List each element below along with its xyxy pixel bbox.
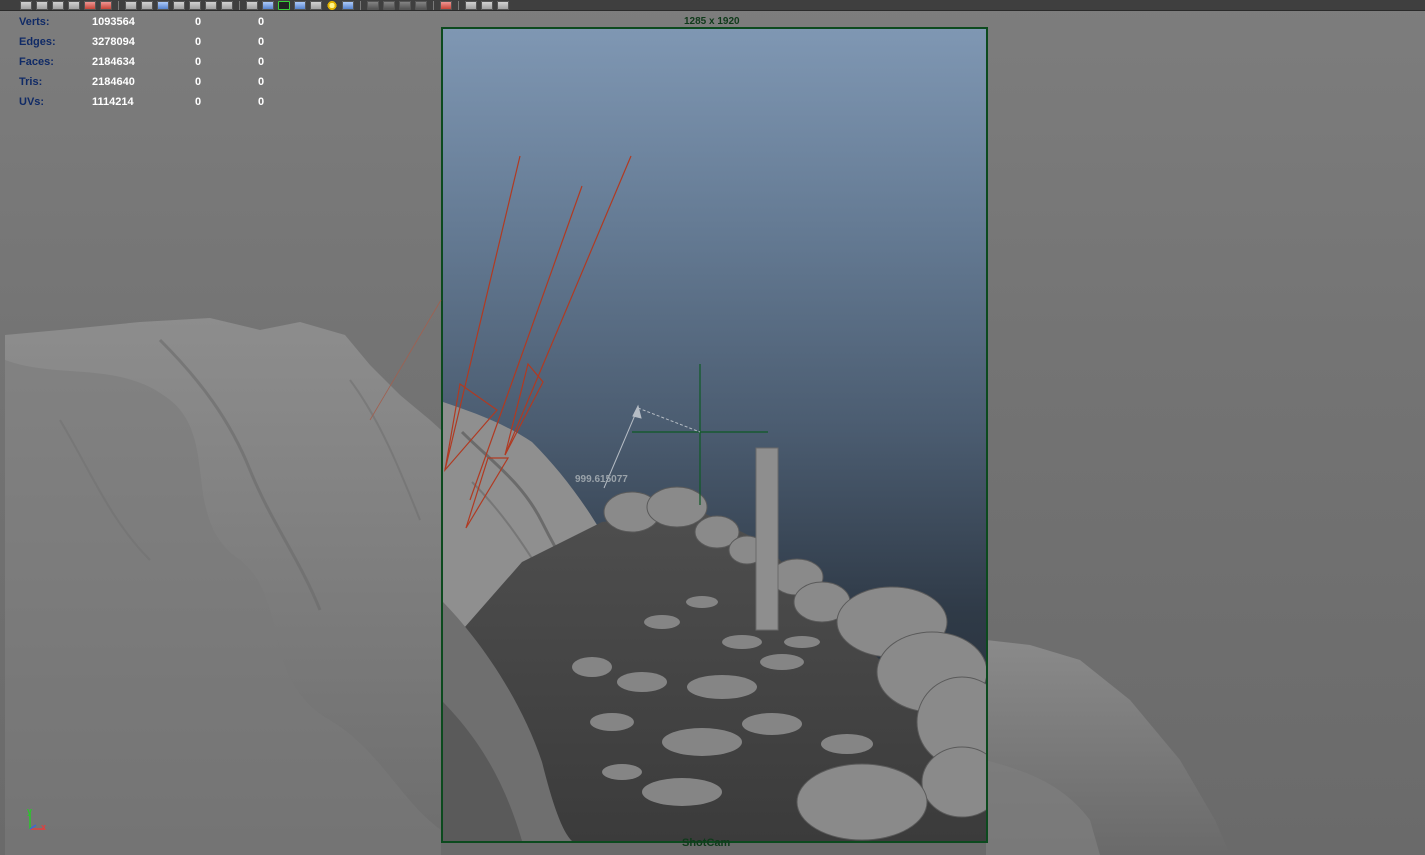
poly-count-hud: Verts: 1093564 0 0 Edges: 3278094 0 0 Fa… (19, 12, 279, 112)
resolution-label: 1285 x 1920 (684, 16, 740, 27)
hud-value: 2184634 (92, 56, 135, 68)
hud-label: Faces: (19, 56, 54, 68)
hud-value: 0 (195, 76, 202, 88)
isolate-select-icon[interactable] (415, 0, 427, 10)
camera-name-label: ShotCam (682, 837, 731, 849)
resolution-gate-icon[interactable] (157, 0, 169, 10)
wireframe-on-shaded-icon[interactable] (278, 0, 290, 10)
xray-icon[interactable] (440, 0, 452, 10)
hud-row-verts: Verts: 1093564 0 0 (19, 12, 279, 32)
grease-pencil-icon[interactable] (84, 0, 96, 10)
image-plane-icon[interactable] (68, 0, 80, 10)
toolbar-separator (118, 0, 119, 10)
safe-title-icon[interactable] (221, 0, 233, 10)
2d-pan-zoom-icon[interactable] (100, 0, 112, 10)
shadows-icon[interactable] (326, 0, 338, 10)
motion-blur-icon[interactable] (367, 0, 379, 10)
smooth-shade-icon[interactable] (262, 0, 274, 10)
hud-value: 0 (195, 96, 202, 108)
wireframe-icon[interactable] (246, 0, 258, 10)
backface-culling-icon[interactable] (497, 0, 509, 10)
hud-label: Edges: (19, 36, 56, 48)
hud-value: 3278094 (92, 36, 135, 48)
axis-y-label: y (27, 806, 33, 816)
xray-active-components-icon[interactable] (481, 0, 493, 10)
3d-viewport[interactable]: 999.615077 1285 x 1920 ShotCam Verts: 10… (0, 0, 1425, 855)
grid-icon[interactable] (125, 0, 137, 10)
hud-row-tris: Tris: 2184640 0 0 (19, 72, 279, 92)
textured-icon[interactable] (294, 0, 306, 10)
toolbar-separator (458, 0, 459, 10)
hud-value: 0 (258, 56, 265, 68)
xray-joints-icon[interactable] (465, 0, 477, 10)
hud-value: 0 (258, 36, 265, 48)
hud-row-faces: Faces: 2184634 0 0 (19, 52, 279, 72)
hud-row-uvs: UVs: 1114214 0 0 (19, 92, 279, 112)
film-gate-icon[interactable] (141, 0, 153, 10)
safe-action-icon[interactable] (205, 0, 217, 10)
view-axis-indicator (29, 813, 44, 830)
hud-label: Verts: (19, 16, 50, 28)
distance-readout: 999.615077 (575, 474, 628, 485)
field-chart-icon[interactable] (189, 0, 201, 10)
hud-value: 2184640 (92, 76, 135, 88)
bookmarks-icon[interactable] (52, 0, 64, 10)
hud-label: UVs: (19, 96, 45, 108)
toolbar-separator (360, 0, 361, 10)
move-manipulator (632, 364, 768, 505)
hud-value: 0 (258, 16, 265, 28)
viewport-panel-toolbar (0, 0, 1425, 11)
gate-mask-icon[interactable] (173, 0, 185, 10)
camera-attributes-icon[interactable] (36, 0, 48, 10)
axis-x-label: x (41, 822, 47, 832)
screen-space-ao-icon[interactable] (342, 0, 354, 10)
hud-value: 0 (258, 76, 265, 88)
toolbar-separator (433, 0, 434, 10)
scene-overlays (369, 155, 768, 529)
hud-value: 1114214 (92, 96, 134, 108)
hud-value: 0 (258, 96, 265, 108)
select-camera-icon[interactable] (20, 0, 32, 10)
hud-label: Tris: (19, 76, 43, 88)
use-all-lights-icon[interactable] (310, 0, 322, 10)
multisample-aa-icon[interactable] (383, 0, 395, 10)
hud-value: 0 (195, 56, 202, 68)
hud-row-edges: Edges: 3278094 0 0 (19, 32, 279, 52)
toolbar-separator (239, 0, 240, 10)
hud-value: 0 (195, 36, 202, 48)
hud-value: 1093564 (92, 16, 135, 28)
depth-of-field-icon[interactable] (399, 0, 411, 10)
directional-light-lines (369, 155, 632, 529)
hud-value: 0 (195, 16, 202, 28)
